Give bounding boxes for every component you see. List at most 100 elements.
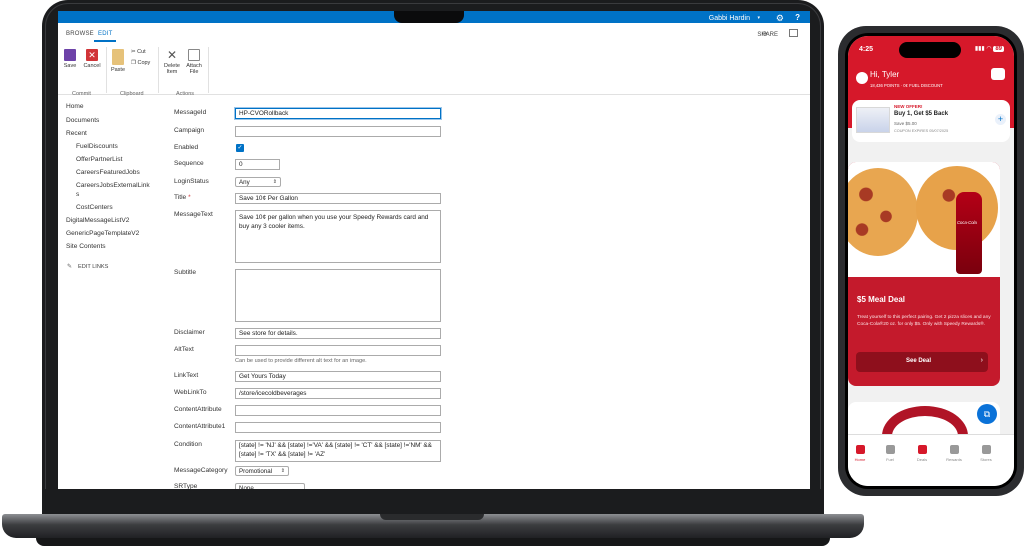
nav-genericpagetemplatev2[interactable]: GenericPageTemplateV2 <box>66 230 139 237</box>
copy-icon: ❐ <box>131 60 136 66</box>
subtitle-textarea[interactable] <box>235 269 441 322</box>
offer-save: Save $5.00 <box>894 121 917 126</box>
scan-card-icon[interactable] <box>991 68 1005 80</box>
battery-icon: 89 <box>993 46 1004 52</box>
label-alttext: AltText <box>174 346 194 353</box>
label-messagecategory: MessageCategory <box>174 467 228 474</box>
tab-stores[interactable]: Stores <box>974 445 998 462</box>
user-menu[interactable]: Gabbi Hardin <box>709 15 750 22</box>
ribbon-tabs: BROWSE EDIT ⟳ SHARE <box>58 23 810 43</box>
srtype-select[interactable]: None <box>235 483 305 489</box>
disclaimer-input[interactable]: See store for details. <box>235 328 441 339</box>
active-tab-indicator <box>94 40 116 42</box>
chevron-down-icon[interactable]: ▾ <box>757 15 760 21</box>
attach-file-button[interactable]: Attach File <box>184 49 204 75</box>
messagetext-textarea[interactable]: Save 10¢ per gallon when you use your Sp… <box>235 210 441 263</box>
nav-home[interactable]: Home <box>66 103 84 110</box>
stores-icon <box>981 445 991 454</box>
copy-button[interactable]: ❐ Copy <box>131 60 150 66</box>
label-messageid: MessageId <box>174 109 207 116</box>
label-contentattribute: ContentAttribute <box>174 406 222 413</box>
avatar[interactable] <box>856 72 868 84</box>
meal-deal-card[interactable]: Coca-Cola $5 Meal Deal Treat yourself to… <box>848 162 1000 386</box>
add-offer-icon[interactable]: + <box>995 114 1006 125</box>
tab-stores-label: Stores <box>980 457 992 462</box>
contentattribute-input[interactable] <box>235 405 441 416</box>
floating-action-icon[interactable]: ⧉ <box>977 404 997 424</box>
ribbon-separator <box>208 47 209 93</box>
tab-rewards[interactable]: Rewards <box>942 445 966 462</box>
star-icon <box>949 445 959 454</box>
dropdown-arrow-icon: ⇕ <box>272 179 277 185</box>
required-marker: * <box>188 194 191 201</box>
fuel-icon <box>885 445 895 454</box>
signal-icon: ▮▮▮ <box>974 46 985 52</box>
tab-browse[interactable]: BROWSE <box>66 31 94 37</box>
attach-icon <box>188 49 200 61</box>
paste-button[interactable]: Paste <box>110 49 126 73</box>
nav-careersjobsexternallinks-wrap[interactable]: s <box>76 191 79 198</box>
nav-documents[interactable]: Documents <box>66 117 99 124</box>
contentattribute1-input[interactable] <box>235 422 441 433</box>
cancel-label: Cancel <box>83 63 101 69</box>
alttext-input[interactable] <box>235 345 441 356</box>
campaign-input[interactable] <box>235 126 441 137</box>
see-deal-button[interactable]: See Deal › <box>856 352 988 372</box>
nav-careersjobsexternallinks[interactable]: CareersJobsExternalLink <box>76 182 150 189</box>
nav-fueldiscounts[interactable]: FuelDiscounts <box>76 143 118 150</box>
condition-textarea[interactable]: [state] != 'NJ' && [state] !='VA' && [st… <box>235 440 441 462</box>
nav-offerpartnerlist[interactable]: OfferPartnerList <box>76 156 122 163</box>
offer-card[interactable]: NEW OFFER! Buy 1, Get $5 Back Save $5.00… <box>852 100 1010 142</box>
tab-fuel-label: Fuel <box>886 457 894 462</box>
laptop-base-notch <box>380 514 484 520</box>
ribbon-group-actions: Actions <box>176 91 195 97</box>
pencil-icon: ✎ <box>67 264 73 270</box>
label-loginstatus: LoginStatus <box>174 178 209 185</box>
pizza-slice-left <box>848 168 918 256</box>
delete-item-button[interactable]: ✕ Delete Item <box>162 49 182 75</box>
focus-mode-icon[interactable] <box>789 29 798 37</box>
cut-label: Cut <box>137 49 146 55</box>
help-icon[interactable]: ? <box>795 13 800 22</box>
delete-label: Delete Item <box>164 63 180 75</box>
linktext-input[interactable]: Get Yours Today <box>235 371 441 382</box>
label-condition: Condition <box>174 441 202 448</box>
enabled-checkbox[interactable]: ✓ <box>236 144 244 152</box>
messagecategory-select[interactable]: Promotional ⇕ <box>235 466 289 476</box>
messagecategory-value: Promotional <box>239 468 273 475</box>
attach-label: Attach File <box>186 63 202 75</box>
cancel-button[interactable]: ✕ Cancel <box>83 49 101 69</box>
share-button[interactable]: SHARE <box>757 32 778 38</box>
tab-fuel[interactable]: Fuel <box>878 445 902 462</box>
weblinkto-input[interactable]: /store/icecoldbeverages <box>235 388 441 399</box>
srtype-value: None <box>239 485 254 489</box>
alttext-hint: Can be used to provide different alt tex… <box>235 358 367 364</box>
tab-home[interactable]: Home <box>848 445 872 462</box>
deals-icon <box>917 445 927 454</box>
messageid-input[interactable]: HP-CVORollback <box>235 108 441 119</box>
cut-button[interactable]: ✂ Cut <box>131 49 146 55</box>
cancel-icon: ✕ <box>86 49 98 61</box>
nav-careersfeaturedjobs[interactable]: CareersFeaturedJobs <box>76 169 140 176</box>
nav-costcenters[interactable]: CostCenters <box>76 204 113 211</box>
copy-label: Copy <box>137 60 151 66</box>
ribbon-group-clipboard: Clipboard <box>120 91 144 97</box>
nav-site-contents[interactable]: Site Contents <box>66 243 106 250</box>
paste-icon <box>112 49 124 65</box>
edit-links-button[interactable]: EDIT LINKS <box>78 264 108 270</box>
dropdown-arrow-icon: ⇕ <box>280 468 285 474</box>
loginstatus-select[interactable]: Any ⇕ <box>235 177 281 187</box>
laptop-screen: Gabbi Hardin ▾ ⚙ ? BROWSE EDIT ⟳ SHARE S… <box>58 11 810 489</box>
tab-deals[interactable]: Deals <box>910 445 934 462</box>
sequence-input[interactable]: 0 <box>235 159 280 170</box>
label-linktext: LinkText <box>174 372 199 379</box>
new-offer-badge: NEW OFFER! <box>894 104 923 109</box>
title-input[interactable]: Save 10¢ Per Gallon <box>235 193 441 204</box>
offer-title: Buy 1, Get $5 Back <box>894 111 949 117</box>
status-time: 4:25 <box>859 46 874 53</box>
nav-digitalmessagelistv2[interactable]: DigitalMessageListV2 <box>66 217 129 224</box>
tab-edit[interactable]: EDIT <box>98 31 112 37</box>
save-button[interactable]: Save <box>62 49 78 69</box>
see-deal-label: See Deal <box>906 358 932 364</box>
nav-recent[interactable]: Recent <box>66 130 87 137</box>
